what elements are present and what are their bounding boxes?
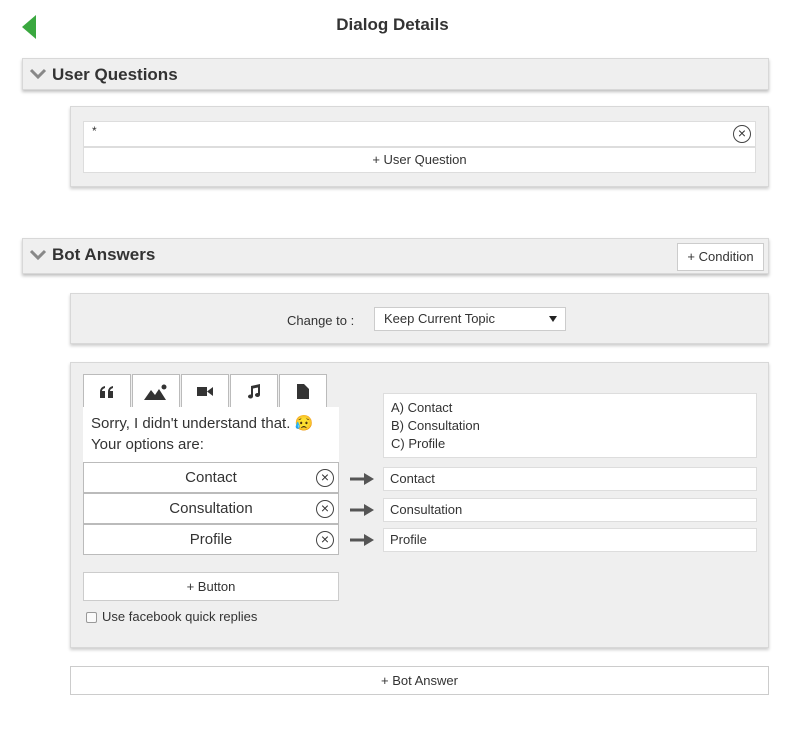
quick-button-consultation[interactable]: Consultation × <box>83 493 339 524</box>
change-topic-panel: Change to : Keep Current Topic <box>70 293 769 344</box>
add-bot-answer-button[interactable]: + Bot Answer <box>70 666 769 695</box>
tab-video[interactable] <box>181 374 229 408</box>
arrow-right-icon <box>350 534 374 546</box>
button-target-input[interactable]: Consultation <box>383 498 757 522</box>
button-target-input[interactable]: Contact <box>383 467 757 491</box>
option-line: C) Profile <box>391 436 446 451</box>
chevron-down-icon[interactable] <box>29 68 47 80</box>
arrow-right-icon <box>350 473 374 485</box>
chevron-down-icon[interactable] <box>29 249 47 261</box>
options-text-box[interactable]: A) Contact B) Consultation C) Profile <box>383 393 757 458</box>
button-target-input[interactable]: Profile <box>383 528 757 552</box>
option-line: B) Consultation <box>391 418 480 433</box>
quick-button-contact[interactable]: Contact × <box>83 462 339 493</box>
tab-image[interactable] <box>132 374 180 408</box>
add-condition-button[interactable]: + Condition <box>677 243 764 271</box>
music-icon <box>248 384 260 399</box>
remove-button-icon[interactable]: × <box>316 500 334 518</box>
option-line: A) Contact <box>391 400 453 415</box>
user-question-input[interactable]: * <box>83 121 756 147</box>
file-icon <box>297 384 309 399</box>
image-icon <box>144 384 167 400</box>
quick-button-label: Consultation <box>169 500 253 517</box>
add-user-question-button[interactable]: + User Question <box>83 147 756 173</box>
media-tabs <box>83 374 328 408</box>
change-to-label: Change to : <box>287 313 355 328</box>
quick-button-profile[interactable]: Profile × <box>83 524 339 555</box>
fb-quick-replies-checkbox[interactable] <box>86 612 97 623</box>
user-questions-panel: * × + User Question <box>70 106 769 187</box>
fb-quick-replies-label: Use facebook quick replies <box>102 609 258 624</box>
remove-button-icon[interactable]: × <box>316 469 334 487</box>
quick-button-label: Profile <box>189 531 233 548</box>
message-line-1: Sorry, I didn't understand that. 😥 <box>91 415 314 432</box>
dropdown-caret-icon <box>549 316 557 322</box>
bot-answers-header: Bot Answers + Condition <box>22 238 769 274</box>
topic-select-value: Keep Current Topic <box>384 311 496 326</box>
user-questions-header: User Questions <box>22 58 769 90</box>
quote-icon <box>100 385 113 398</box>
topic-select[interactable]: Keep Current Topic <box>374 307 566 331</box>
quick-button-label: Contact <box>185 469 237 486</box>
video-icon <box>197 387 213 396</box>
remove-button-icon[interactable]: × <box>316 531 334 549</box>
message-line-2: Your options are: <box>91 436 204 453</box>
tab-file[interactable] <box>279 374 327 408</box>
tab-text[interactable] <box>83 374 131 408</box>
remove-question-icon[interactable]: × <box>733 125 751 143</box>
page-title: Dialog Details <box>336 15 449 34</box>
bot-answers-title: Bot Answers <box>52 245 156 264</box>
bot-answer-panel: Sorry, I didn't understand that. 😥 Your … <box>70 362 769 648</box>
tab-audio[interactable] <box>230 374 278 408</box>
add-button-button[interactable]: + Button <box>83 572 339 601</box>
arrow-right-icon <box>350 504 374 516</box>
user-questions-title: User Questions <box>52 65 178 84</box>
message-text[interactable]: Sorry, I didn't understand that. 😥 Your … <box>83 407 339 463</box>
